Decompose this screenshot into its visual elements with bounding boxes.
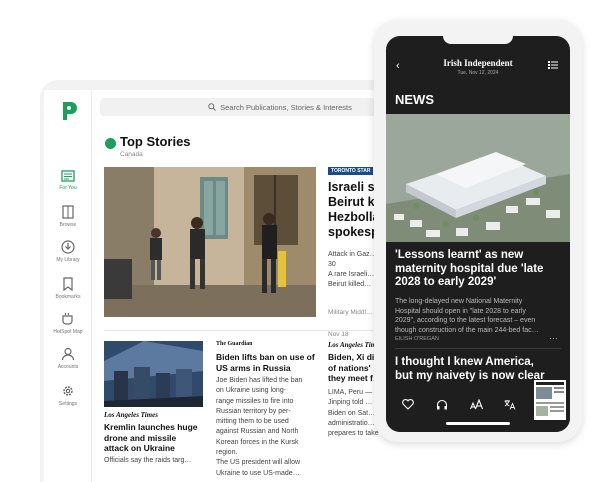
translate-icon[interactable] xyxy=(504,399,516,410)
sidebar-item-settings[interactable]: Settings xyxy=(44,384,92,407)
article-author: EILISH O'REGAN xyxy=(395,336,439,342)
publication-masthead: The Guardian xyxy=(216,341,253,347)
hero-article-image[interactable] xyxy=(104,167,316,317)
divider xyxy=(395,348,561,349)
article-image[interactable] xyxy=(386,114,570,242)
phone-notch xyxy=(443,36,513,44)
person-icon xyxy=(61,347,75,361)
article-image[interactable] xyxy=(104,341,203,407)
download-icon xyxy=(61,240,75,254)
gear-icon xyxy=(63,386,73,396)
newspaper-icon xyxy=(61,170,75,182)
top-stories-icon xyxy=(105,138,116,149)
phone-screen: ‹ Irish Independent Tue, Nov 12, 2024 NE… xyxy=(386,36,570,432)
sidebar-item-label: Bookmarks xyxy=(55,294,81,300)
page-thumbnail[interactable] xyxy=(534,380,566,420)
text-size-icon[interactable] xyxy=(470,399,483,410)
home-indicator xyxy=(446,422,510,425)
section-heading: NEWS xyxy=(395,92,434,107)
publication-brand: Irish Independent xyxy=(443,58,513,68)
sidebar-item-hotspot-map[interactable]: HotSpot Map xyxy=(44,312,92,335)
sidebar: For You Browse My Library Bookmarks HotS… xyxy=(44,90,92,482)
book-icon xyxy=(62,205,74,219)
app-logo-icon xyxy=(63,102,77,120)
sidebar-item-label: For You xyxy=(59,185,77,191)
more-options-icon[interactable]: ⋯ xyxy=(549,333,558,344)
sidebar-item-my-library[interactable]: My Library xyxy=(44,240,92,263)
cup-icon xyxy=(62,312,73,325)
article-summary: Officials say the raids targ… xyxy=(104,457,192,464)
sidebar-item-accounts[interactable]: Accounts xyxy=(44,347,92,370)
sidebar-item-label: Accounts xyxy=(57,364,79,370)
article-headline[interactable]: I thought I knew America, but my naivety… xyxy=(395,356,545,383)
publication-masthead: Los Angeles Times xyxy=(104,411,158,419)
hero-tags[interactable]: Military Middl… xyxy=(328,307,372,318)
article-summary: The long-delayed new National Maternity … xyxy=(395,298,539,334)
article-title[interactable]: Kremlin launches huge drone and missile … xyxy=(104,422,210,454)
article-summary: Joe Biden has lifted the ban on Ukraine … xyxy=(216,377,303,477)
sidebar-item-label: Settings xyxy=(58,401,78,407)
headphones-icon[interactable] xyxy=(436,399,448,410)
issue-date: Tue, Nov 12, 2024 xyxy=(457,70,499,76)
sidebar-item-label: HotSpot Map xyxy=(53,329,83,335)
region-label: Canada xyxy=(120,151,143,158)
sidebar-item-for-you[interactable]: For You xyxy=(44,170,92,191)
sidebar-item-bookmarks[interactable]: Bookmarks xyxy=(44,277,92,300)
section-title: Top Stories xyxy=(120,134,191,149)
sidebar-item-label: Browse xyxy=(59,222,77,228)
menu-icon[interactable] xyxy=(548,61,558,69)
heart-icon[interactable] xyxy=(402,399,414,410)
article-title[interactable]: Biden lifts ban on use of US arms in Rus… xyxy=(216,352,322,373)
search-placeholder: Search Publications, Stories & Interests xyxy=(220,102,352,112)
sidebar-item-browse[interactable]: Browse xyxy=(44,205,92,228)
article-headline[interactable]: 'Lessons learnt' as new maternity hospit… xyxy=(395,249,565,290)
publication-badge: TORONTO STAR xyxy=(328,167,374,175)
search-icon xyxy=(208,103,216,111)
sidebar-item-label: My Library xyxy=(56,257,80,263)
bookmark-icon xyxy=(63,277,73,291)
